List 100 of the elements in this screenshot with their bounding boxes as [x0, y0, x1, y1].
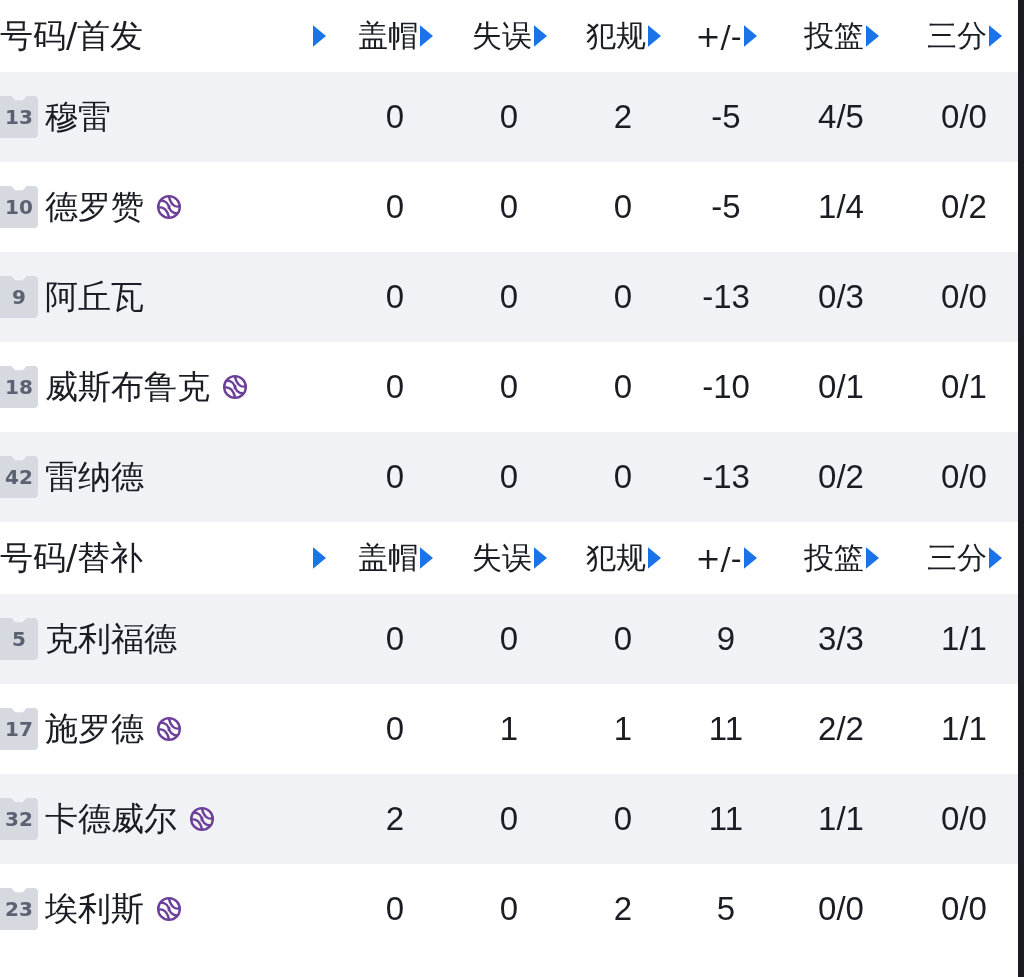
sort-arrow-icon [743, 25, 757, 47]
stat-value: 1/1 [941, 710, 987, 748]
stat-value: 0 [499, 278, 519, 316]
sort-arrow-icon [865, 547, 879, 569]
stat-value: 1/1 [818, 800, 864, 838]
stat-value: -5 [711, 188, 741, 226]
player-row[interactable]: 5 克利福德 0 0 0 9 3/3 1/1 [0, 594, 1018, 684]
column-header: 号码/首发 [0, 14, 144, 57]
stat-value: 1 [613, 710, 633, 748]
stat-value: -10 [702, 368, 750, 406]
player-row[interactable]: 13 穆雷 0 0 2 -5 4/5 0/0 [0, 72, 1018, 162]
player-name: 德罗赞 [45, 185, 144, 228]
stat-value: 11 [708, 710, 744, 748]
player-name: 穆雷 [45, 95, 111, 138]
stat-value: 0 [499, 98, 519, 136]
jersey-number: 23 [0, 888, 38, 930]
stat-value: 0/2 [941, 188, 987, 226]
jersey-number: 9 [0, 276, 38, 318]
stat-value: 0 [385, 890, 405, 928]
stat-value: 0/0 [941, 800, 987, 838]
sort-arrow-icon [419, 547, 433, 569]
stat-value: 0 [613, 368, 633, 406]
sort-column-header[interactable]: 三分 [926, 537, 1002, 579]
jersey-number: 18 [0, 366, 38, 408]
sort-arrow-icon [988, 25, 1002, 47]
sort-column-header[interactable]: 投篮 [803, 15, 879, 57]
player-row[interactable]: 42 雷纳德 0 0 0 -13 0/2 0/0 [0, 432, 1018, 522]
sort-column-header[interactable]: 盖帽 [357, 15, 433, 57]
stat-value: 0 [385, 278, 405, 316]
stat-value: 0/2 [818, 458, 864, 496]
player-name: 雷纳德 [45, 455, 144, 498]
player-name: 埃利斯 [45, 887, 144, 930]
sort-column-header[interactable]: 犯规 [585, 537, 661, 579]
stat-value: 0 [499, 188, 519, 226]
stat-value: 0/1 [941, 368, 987, 406]
sort-column-header[interactable]: 失误 [471, 537, 547, 579]
player-row[interactable]: 9 阿丘瓦 0 0 0 -13 0/3 0/0 [0, 252, 1018, 342]
column-header: 号码/替补 [0, 536, 144, 579]
stat-value: 0/0 [941, 278, 987, 316]
stat-value: 0 [499, 368, 519, 406]
jersey-number: 13 [0, 96, 38, 138]
player-row[interactable]: 32 卡德威尔 2 0 0 11 1/1 0/0 [0, 774, 1018, 864]
stat-value: 0 [613, 458, 633, 496]
sort-arrow-icon [743, 547, 757, 569]
stat-value: 0 [613, 800, 633, 838]
stat-value: 0/0 [941, 890, 987, 928]
sort-column-header[interactable]: 盖帽 [357, 537, 433, 579]
jersey-number: 10 [0, 186, 38, 228]
stat-value: 4/5 [818, 98, 864, 136]
player-name: 克利福德 [45, 617, 177, 660]
stat-value: 1 [499, 710, 519, 748]
player-name: 威斯布鲁克 [45, 365, 210, 408]
sort-arrow-icon [419, 25, 433, 47]
stat-value: 0 [613, 188, 633, 226]
stat-value: 1/4 [818, 188, 864, 226]
jersey-number: 5 [0, 618, 38, 660]
stat-value: 0 [613, 620, 633, 658]
stat-value: 0/1 [818, 368, 864, 406]
sort-arrow-icon [988, 547, 1002, 569]
sort-column-header[interactable]: 失误 [471, 15, 547, 57]
jersey-number: 42 [0, 456, 38, 498]
stat-value: 0 [499, 458, 519, 496]
player-name: 阿丘瓦 [45, 275, 144, 318]
stat-value: 0 [385, 98, 405, 136]
sort-arrow-icon [647, 25, 661, 47]
jersey-number: 32 [0, 798, 38, 840]
sort-column-header[interactable]: 投篮 [803, 537, 879, 579]
stat-value: 0 [385, 188, 405, 226]
sort-arrow-icon [533, 547, 547, 569]
jersey-number: 17 [0, 708, 38, 750]
stat-value: 0 [385, 710, 405, 748]
sort-column-header[interactable]: +/- [695, 540, 757, 576]
stat-value: 0 [385, 620, 405, 658]
sort-arrow-icon [533, 25, 547, 47]
stat-value: 11 [708, 800, 744, 838]
stat-value: 3/3 [818, 620, 864, 658]
stat-value: 0/3 [818, 278, 864, 316]
sort-column-header[interactable]: 三分 [926, 15, 1002, 57]
sort-arrow-icon [647, 547, 661, 569]
stat-value: 0 [385, 458, 405, 496]
stat-value: 5 [716, 890, 736, 928]
stat-value: 1/1 [941, 620, 987, 658]
sort-column-header[interactable]: 犯规 [585, 15, 661, 57]
stat-value: 2/2 [818, 710, 864, 748]
stat-value: 0 [499, 890, 519, 928]
player-name: 卡德威尔 [45, 797, 177, 840]
player-name: 施罗德 [45, 707, 144, 750]
stat-value: 2 [613, 890, 633, 928]
stat-value: -13 [702, 278, 750, 316]
stat-value: -5 [711, 98, 741, 136]
stat-value: 0 [613, 278, 633, 316]
sort-arrow-icon [865, 25, 879, 47]
stat-value: 0 [385, 368, 405, 406]
stat-value: -13 [702, 458, 750, 496]
stat-value: 2 [613, 98, 633, 136]
sort-column-header[interactable]: +/- [695, 18, 757, 54]
stat-value: 9 [716, 620, 736, 658]
stat-value: 2 [385, 800, 405, 838]
stat-value: 0/0 [818, 890, 864, 928]
stat-value: 0 [499, 800, 519, 838]
